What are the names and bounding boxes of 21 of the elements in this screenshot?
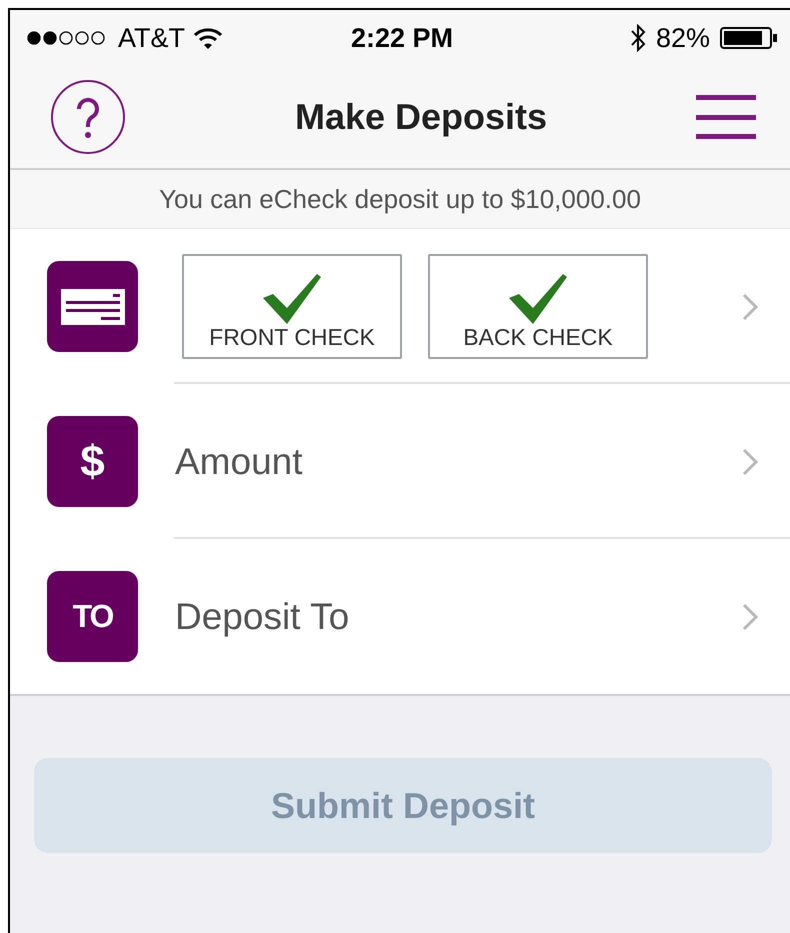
check-image-button[interactable]: BACK CHECK xyxy=(428,254,648,359)
badge-icon-text: TO xyxy=(72,598,112,635)
field-label[interactable]: Amount xyxy=(175,440,303,482)
battery-percentage: 82% xyxy=(656,22,710,54)
help-icon xyxy=(50,79,126,155)
menu-icon xyxy=(696,95,756,139)
badge-icon-text: $ xyxy=(80,436,105,486)
check-document-icon xyxy=(60,288,124,324)
battery-icon xyxy=(720,27,778,49)
chevron-right-icon[interactable] xyxy=(742,448,758,476)
chevron-right-icon[interactable] xyxy=(742,602,758,630)
chevron-right-icon[interactable] xyxy=(742,292,758,320)
menu-button[interactable] xyxy=(696,95,756,139)
help-button[interactable] xyxy=(50,79,126,155)
status-time: 2:22 PM xyxy=(350,22,454,54)
page-title: Make Deposits xyxy=(294,96,548,138)
carrier-name: AT&T xyxy=(118,22,185,54)
bluetooth-icon xyxy=(630,24,646,52)
check-image-button[interactable]: FRONT CHECK xyxy=(182,254,402,359)
wifi-icon xyxy=(193,27,223,49)
field-label[interactable]: Deposit To xyxy=(175,596,350,638)
